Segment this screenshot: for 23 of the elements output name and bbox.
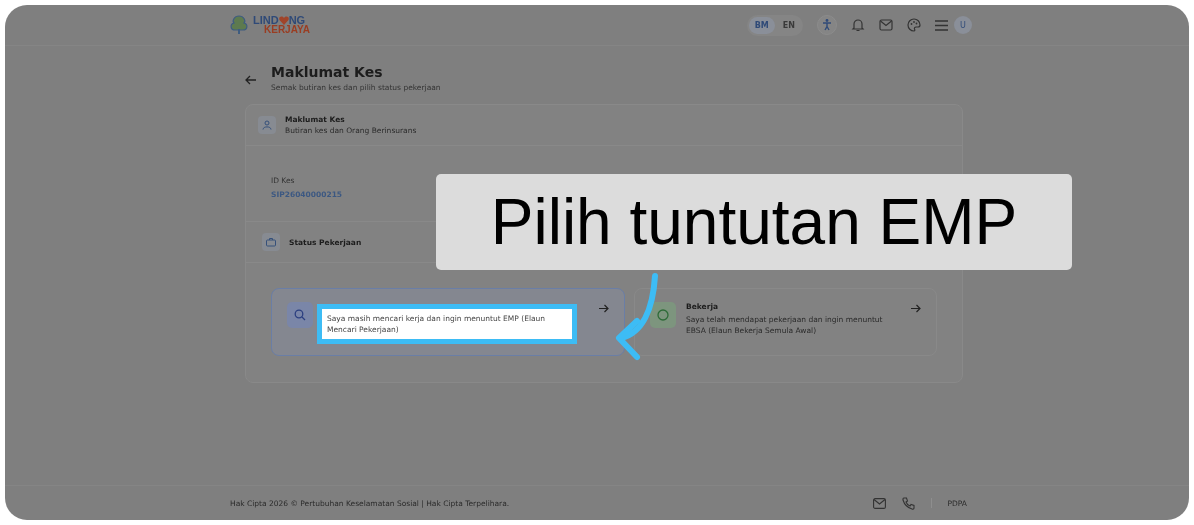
mail-icon[interactable] — [879, 19, 893, 31]
arrow-right-icon — [599, 304, 609, 313]
language-button[interactable]: BM — [748, 16, 775, 34]
arrow-right-icon — [911, 304, 921, 313]
heart-icon — [278, 15, 289, 25]
person-icon — [258, 116, 276, 134]
search-icon — [287, 302, 313, 328]
tutorial-callout: Pilih tuntutan EMP — [436, 174, 1072, 270]
logo-text: NG — [288, 15, 306, 25]
menu-icon[interactable] — [935, 19, 948, 31]
user-avatar[interactable]: U — [954, 16, 972, 34]
palette-icon[interactable] — [907, 18, 921, 32]
page-title: Maklumat Kes — [271, 64, 384, 80]
briefcase-icon — [262, 233, 280, 251]
accessibility-icon[interactable] — [817, 15, 837, 35]
tree-logo-icon — [228, 14, 250, 36]
logo-subtext: KERJAYA — [263, 25, 310, 35]
phone-icon[interactable] — [901, 496, 915, 510]
back-arrow-icon[interactable] — [245, 75, 257, 85]
bell-icon[interactable] — [851, 18, 865, 32]
mail-icon[interactable] — [872, 497, 886, 509]
language-button[interactable]: EN — [776, 16, 801, 34]
logo-text: LIND — [253, 15, 279, 25]
